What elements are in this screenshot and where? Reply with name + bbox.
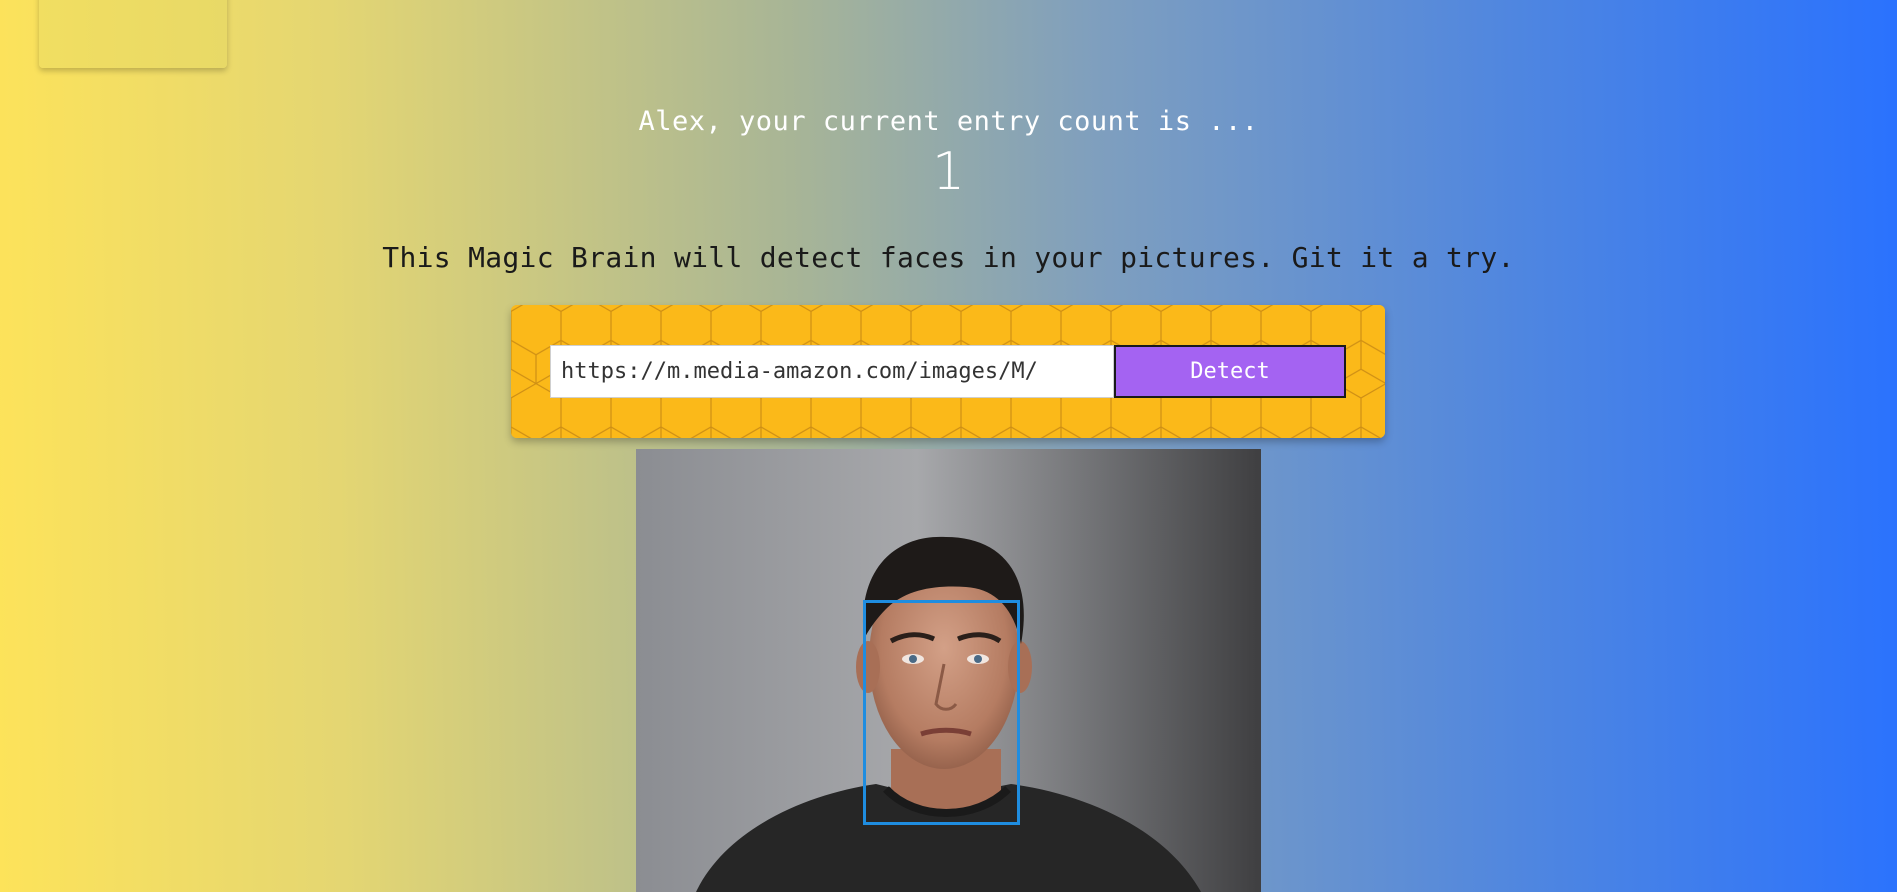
face-bounding-box [863, 600, 1020, 825]
input-image [636, 449, 1261, 892]
detect-button[interactable]: Detect [1114, 345, 1346, 398]
tagline: This Magic Brain will detect faces in yo… [382, 241, 1515, 274]
logo-card [39, 0, 227, 68]
image-url-input[interactable] [550, 345, 1114, 398]
entry-count-label: Alex, your current entry count is ... [638, 106, 1259, 137]
image-link-form: Detect [511, 305, 1385, 438]
entry-count-value: 1 [931, 142, 966, 202]
